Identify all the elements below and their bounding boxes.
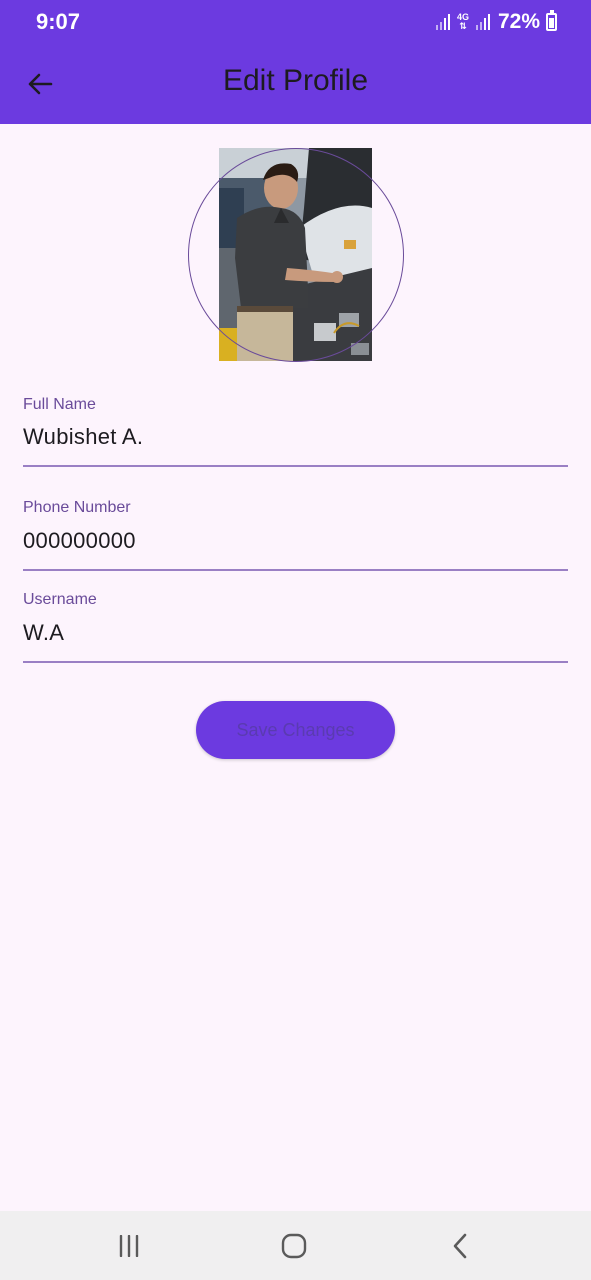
signal-icon-2 — [475, 14, 490, 30]
profile-avatar[interactable] — [188, 148, 404, 362]
recent-apps-button[interactable] — [107, 1229, 151, 1263]
avatar-border — [188, 148, 404, 362]
status-icons: 4G ⇅ 72% — [435, 9, 557, 35]
username-field[interactable]: Username W.A — [23, 591, 568, 663]
status-time: 9:07 — [36, 9, 81, 34]
nav-back-icon — [453, 1233, 467, 1259]
full-name-label: Full Name — [23, 396, 96, 413]
battery-percent: 72% — [497, 10, 540, 33]
username-input[interactable]: W.A — [23, 620, 64, 646]
network-type-icon: 4G ⇅ — [456, 12, 469, 31]
username-label: Username — [23, 591, 97, 608]
recent-apps-icon — [119, 1235, 139, 1257]
save-changes-button[interactable]: Save Changes — [196, 701, 395, 759]
nav-back-button[interactable] — [438, 1229, 482, 1263]
app-bar: Edit Profile — [0, 44, 591, 124]
phone-number-field[interactable]: Phone Number 000000000 — [23, 499, 568, 571]
phone-number-input[interactable]: 000000000 — [23, 528, 136, 554]
full-name-field[interactable]: Full Name Wubishet A. — [23, 396, 568, 467]
system-nav-bar — [0, 1211, 591, 1280]
home-button[interactable] — [272, 1229, 316, 1263]
battery-icon — [546, 10, 557, 31]
home-icon — [281, 1233, 307, 1259]
status-bar: 9:07 4G ⇅ 72% — [0, 0, 591, 44]
phone-number-label: Phone Number — [23, 499, 131, 516]
page-title: Edit Profile — [222, 64, 369, 97]
full-name-input[interactable]: Wubishet A. — [23, 424, 143, 450]
signal-icon — [435, 14, 450, 30]
